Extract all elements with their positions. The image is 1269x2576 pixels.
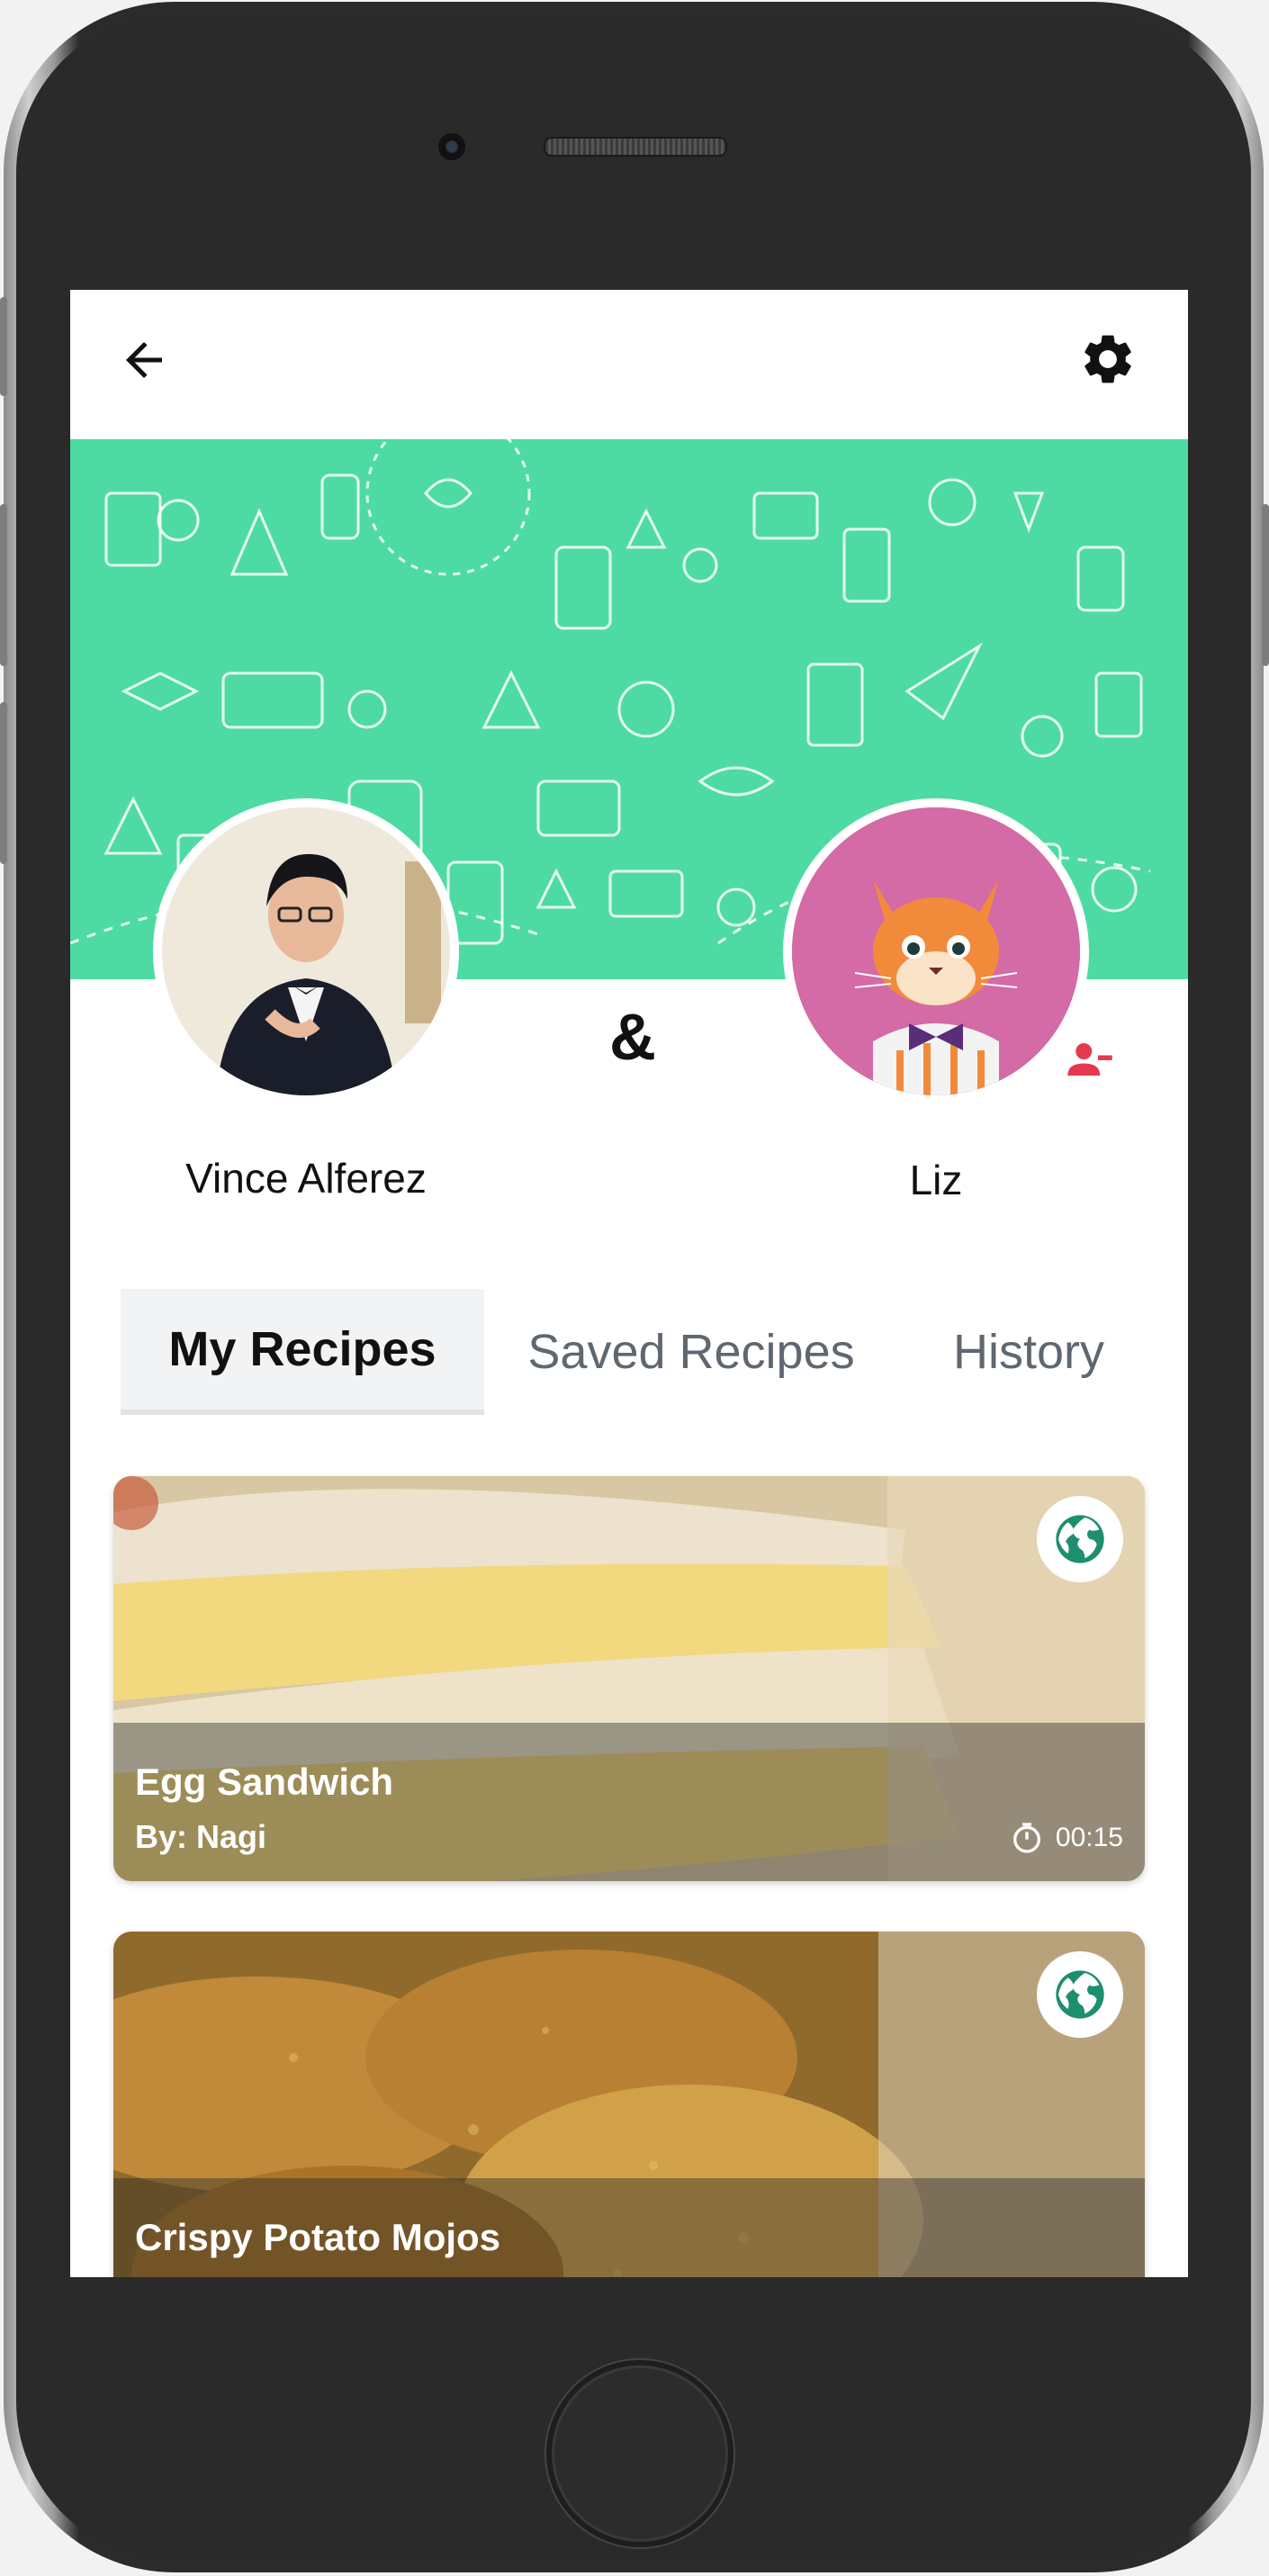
remove-partner-button[interactable] — [1066, 1039, 1114, 1080]
globe-icon — [1056, 1515, 1104, 1563]
user-name: Vince Alferez — [185, 1155, 427, 1202]
gear-icon — [1084, 335, 1131, 383]
tab-history[interactable]: History — [907, 1289, 1150, 1415]
app-screen: & Vince Alferez Liz My Recipes Saved Rec… — [70, 290, 1188, 2277]
recipe-card[interactable]: Egg Sandwich By: Nagi 00:15 — [113, 1476, 1145, 1881]
visibility-badge[interactable] — [1037, 1951, 1123, 2038]
side-button — [0, 504, 7, 666]
side-button — [1262, 504, 1269, 666]
ampersand: & — [609, 1002, 656, 1074]
side-button — [0, 297, 7, 396]
user-avatar[interactable] — [153, 798, 459, 1104]
cat-illustration — [792, 807, 1080, 1095]
tab-label: My Recipes — [168, 1322, 436, 1376]
arrow-left-icon — [126, 342, 162, 378]
app-bar — [70, 290, 1188, 439]
tab-label: History — [952, 1325, 1104, 1379]
back-button[interactable] — [117, 333, 171, 387]
tab-my-recipes[interactable]: My Recipes — [121, 1289, 484, 1415]
partner-name: Liz — [909, 1157, 963, 1203]
person-remove-icon — [1067, 1043, 1112, 1076]
recipe-time: 00:15 — [1009, 1820, 1123, 1856]
tab-label: Saved Recipes — [527, 1325, 855, 1379]
side-button — [0, 702, 7, 864]
partner-avatar[interactable] — [783, 798, 1089, 1104]
recipe-card[interactable]: Crispy Potato Mojos — [113, 1932, 1145, 2277]
recipe-author: By: Nagi — [135, 1818, 267, 1855]
earpiece-speaker — [544, 137, 727, 157]
recipe-time-value: 00:15 — [1055, 1823, 1123, 1852]
recipe-tabs: My Recipes Saved Recipes History — [121, 1289, 1165, 1415]
settings-button[interactable] — [1078, 329, 1138, 389]
home-button[interactable] — [546, 2360, 734, 2547]
timer-icon — [1012, 1823, 1040, 1853]
globe-icon — [1056, 1970, 1104, 2019]
front-camera — [438, 133, 465, 160]
recipe-title: Crispy Potato Mojos — [135, 2216, 501, 2258]
tab-saved-recipes[interactable]: Saved Recipes — [484, 1289, 898, 1415]
visibility-badge[interactable] — [1037, 1496, 1123, 1582]
user-photo — [162, 807, 450, 1095]
recipe-title: Egg Sandwich — [135, 1761, 394, 1803]
